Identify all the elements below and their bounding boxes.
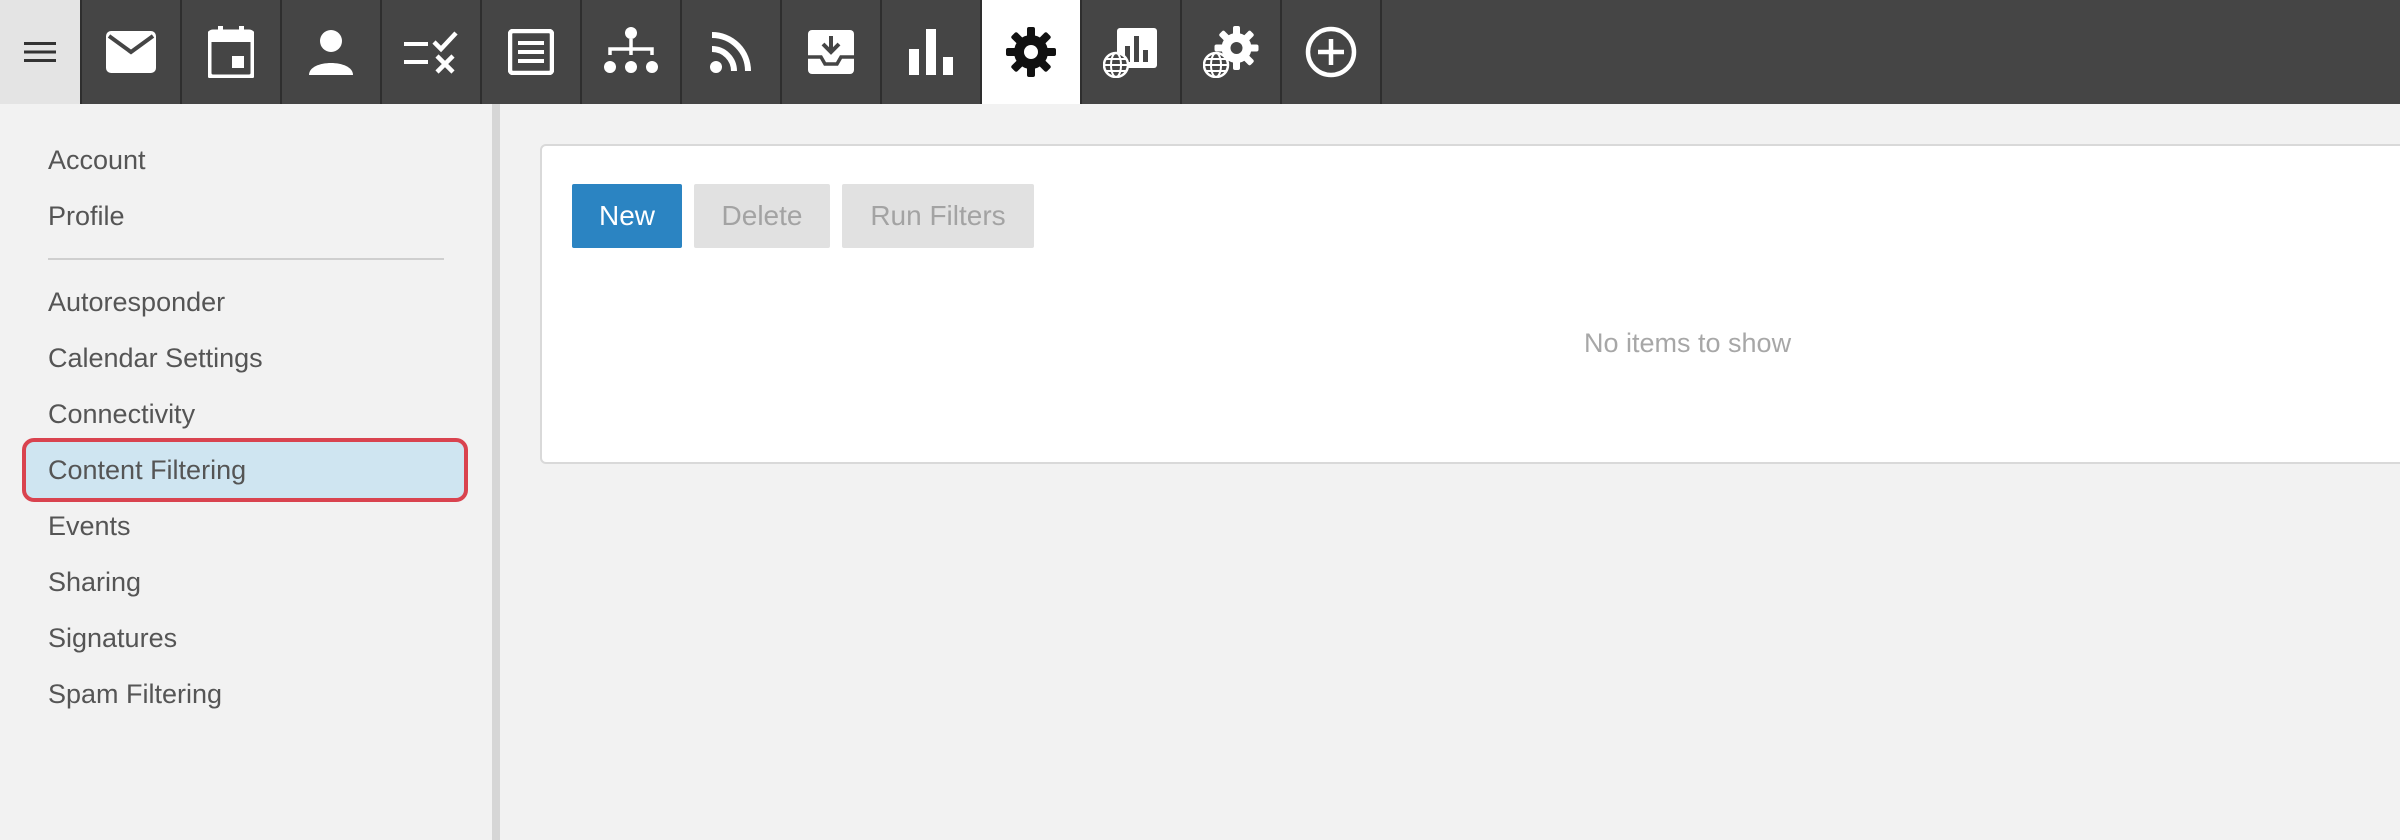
notes-icon xyxy=(508,29,554,75)
envelope-icon xyxy=(106,31,156,73)
calendar-icon xyxy=(208,26,254,78)
menu-button[interactable] xyxy=(0,0,82,104)
sidebar-item-signatures[interactable]: Signatures xyxy=(48,622,177,654)
toolbar-feeds-button[interactable] xyxy=(682,0,782,104)
sidebar-item-autoresponder[interactable]: Autoresponder xyxy=(48,286,225,318)
top-toolbar xyxy=(0,0,2400,104)
sidebar-item-account[interactable]: Account xyxy=(48,144,146,176)
content-filter-panel: New Delete Run Filters No items to show xyxy=(540,144,2400,464)
sidebar-item-connectivity[interactable]: Connectivity xyxy=(48,398,195,430)
sidebar-separator xyxy=(48,258,444,260)
gear-icon xyxy=(1006,27,1056,77)
toolbar-settings-button[interactable] xyxy=(982,0,1082,104)
toolbar-contacts-button[interactable] xyxy=(282,0,382,104)
sidebar-item-events[interactable]: Events xyxy=(48,510,131,542)
inbox-download-icon xyxy=(808,30,854,74)
hamburger-icon xyxy=(24,42,56,62)
toolbar-domain-settings-button[interactable] xyxy=(1182,0,1282,104)
toolbar-organization-button[interactable] xyxy=(582,0,682,104)
person-icon xyxy=(309,30,353,75)
toolbar-add-button[interactable] xyxy=(1282,0,1382,104)
rss-icon xyxy=(710,32,751,73)
sidebar-item-sharing[interactable]: Sharing xyxy=(48,566,141,598)
toolbar-notes-button[interactable] xyxy=(482,0,582,104)
globe-report-icon xyxy=(1103,28,1157,78)
sidebar-item-content-filtering[interactable]: Content Filtering xyxy=(48,454,246,486)
toolbar-tasks-button[interactable] xyxy=(382,0,482,104)
sidebar-splitter[interactable] xyxy=(492,104,500,840)
delete-button[interactable]: Delete xyxy=(694,184,830,248)
toolbar-email-button[interactable] xyxy=(82,0,182,104)
toolbar-reports-button[interactable] xyxy=(882,0,982,104)
sidebar-item-profile[interactable]: Profile xyxy=(48,200,125,232)
task-list-icon xyxy=(404,31,458,74)
org-chart-icon xyxy=(604,27,658,73)
empty-list-message: No items to show xyxy=(1584,328,1792,358)
globe-gear-icon xyxy=(1203,26,1259,78)
bar-chart-icon xyxy=(909,29,953,75)
toolbar-calendar-button[interactable] xyxy=(182,0,282,104)
run-filters-button[interactable]: Run Filters xyxy=(842,184,1034,248)
toolbar-domain-reports-button[interactable] xyxy=(1082,0,1182,104)
plus-circle-icon xyxy=(1305,26,1357,78)
sidebar-item-calendar-settings[interactable]: Calendar Settings xyxy=(48,342,263,374)
toolbar-archive-button[interactable] xyxy=(782,0,882,104)
sidebar-item-spam-filtering[interactable]: Spam Filtering xyxy=(48,678,222,710)
new-button[interactable]: New xyxy=(572,184,682,248)
